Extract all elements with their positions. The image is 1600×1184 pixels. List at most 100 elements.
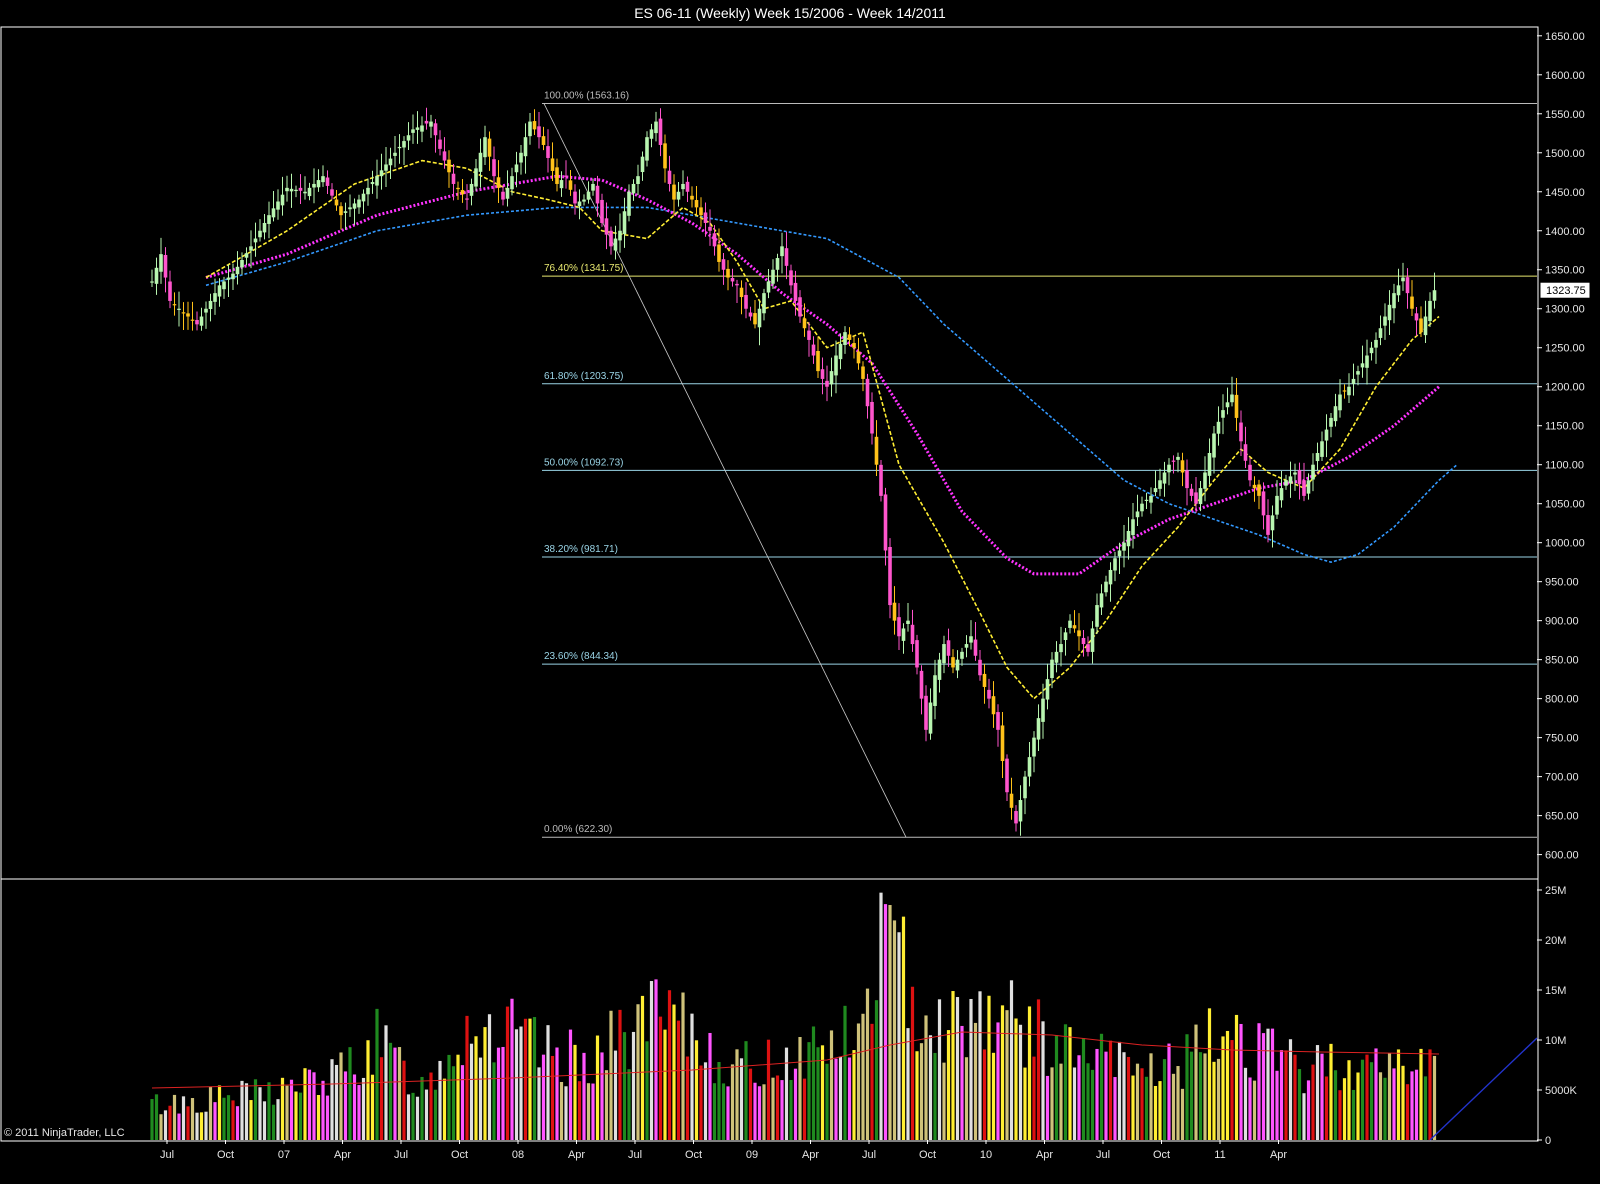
volume-bar: [1423, 1076, 1428, 1140]
volume-bar: [226, 1095, 231, 1140]
candle-body: [1342, 390, 1347, 392]
candle-body: [807, 330, 811, 340]
candle-body: [658, 118, 663, 145]
volume-bar: [253, 1079, 258, 1140]
volume-bar: [429, 1072, 433, 1140]
volume-bar: [375, 1008, 379, 1140]
candle-body: [1311, 464, 1315, 480]
x-tick-label: Apr: [568, 1149, 585, 1161]
volume-bar: [222, 1097, 226, 1140]
volume-bar: [195, 1112, 199, 1140]
volume-bar: [564, 1086, 568, 1140]
volume-bar: [672, 1004, 676, 1140]
candle-body: [1288, 476, 1293, 484]
candle-body: [1086, 644, 1090, 652]
candle-body: [951, 657, 955, 668]
candle-body: [402, 141, 406, 148]
volume-bar: [1288, 1039, 1293, 1140]
candle-body: [573, 191, 577, 204]
candle-body: [591, 183, 595, 191]
candle-body: [505, 187, 510, 199]
volume-bar: [474, 1036, 478, 1140]
candle-body: [447, 159, 451, 173]
volume-bar: [1095, 1048, 1099, 1140]
volume-bar: [568, 1029, 573, 1140]
volume-bar: [946, 1030, 951, 1140]
candle-body: [685, 181, 690, 192]
volume-bar: [577, 1081, 582, 1140]
volume-bar: [244, 1083, 249, 1140]
volume-bar: [811, 1026, 816, 1140]
volume-bar: [1257, 1023, 1261, 1140]
volume-bar: [528, 1018, 532, 1140]
candle-body: [307, 187, 312, 197]
volume-bar: [685, 1056, 690, 1140]
candle-body: [429, 121, 433, 127]
candle-body: [1396, 285, 1401, 296]
volume-bar: [1140, 1068, 1144, 1140]
volume-tick-label: 15M: [1545, 985, 1566, 997]
candle-body: [1095, 605, 1099, 627]
x-tick-label: Apr: [1270, 1149, 1287, 1161]
volume-bar: [1234, 1014, 1239, 1140]
candle-body: [1207, 453, 1212, 476]
volume-bar: [1221, 1036, 1225, 1140]
volume-bar: [316, 1095, 321, 1140]
x-tick-label: Jul: [394, 1149, 408, 1161]
volume-bar: [325, 1095, 330, 1140]
volume-bar: [447, 1054, 451, 1140]
volume-bar: [1117, 1041, 1122, 1140]
volume-tick-label: 5000K: [1545, 1085, 1577, 1097]
price-tick-label: 1000.00: [1545, 538, 1585, 550]
candle-body: [798, 297, 802, 317]
volume-bar: [240, 1080, 244, 1140]
volume-bar: [460, 1065, 465, 1140]
candle-body: [1324, 429, 1329, 441]
volume-bar: [559, 1081, 564, 1140]
candle-body: [636, 176, 640, 184]
volume-bar: [703, 1062, 708, 1140]
x-tick-label: Jul: [862, 1149, 876, 1161]
volume-bar: [267, 1082, 271, 1140]
volume-bar: [1144, 1076, 1149, 1140]
volume-bar: [1045, 1075, 1050, 1140]
candle-body: [906, 620, 910, 624]
volume-bar: [586, 1083, 591, 1140]
candle-body: [708, 226, 712, 231]
volume-bar: [217, 1085, 222, 1140]
candle-body: [838, 343, 843, 360]
price-tick-label: 1200.00: [1545, 382, 1585, 394]
volume-bar: [312, 1072, 316, 1140]
volume-bar: [838, 1056, 843, 1140]
candle-body: [1081, 637, 1086, 645]
volume-bar: [834, 1058, 838, 1140]
volume-bar: [888, 905, 892, 1140]
candle-body: [1392, 293, 1396, 309]
candle-body: [195, 319, 199, 325]
volume-bar: [1194, 1024, 1198, 1140]
x-tick-label: 08: [512, 1149, 524, 1161]
volume-bar: [955, 997, 960, 1140]
volume-bar: [766, 1039, 771, 1140]
candle-body: [627, 191, 631, 216]
price-tick-label: 1350.00: [1545, 265, 1585, 277]
volume-bar: [982, 1049, 987, 1140]
candle-body: [469, 183, 474, 196]
volume-bar: [1212, 1061, 1216, 1140]
volume-bar: [847, 1057, 852, 1140]
candle-body: [1284, 480, 1288, 486]
volume-bar: [852, 1050, 856, 1140]
volume-bar: [726, 1086, 730, 1140]
volume-bar: [1081, 1038, 1086, 1140]
volume-bar: [1383, 1077, 1387, 1140]
x-tick-label: 11: [1214, 1149, 1225, 1161]
candle-body: [1108, 569, 1113, 585]
candle-body: [667, 170, 672, 184]
candle-body: [483, 137, 487, 158]
candle-body: [330, 189, 334, 196]
volume-bar: [717, 1061, 721, 1140]
volume-bar: [654, 979, 658, 1140]
volume-bar: [393, 1047, 397, 1140]
volume-bar: [1090, 1069, 1095, 1140]
volume-bar: [604, 1070, 609, 1140]
